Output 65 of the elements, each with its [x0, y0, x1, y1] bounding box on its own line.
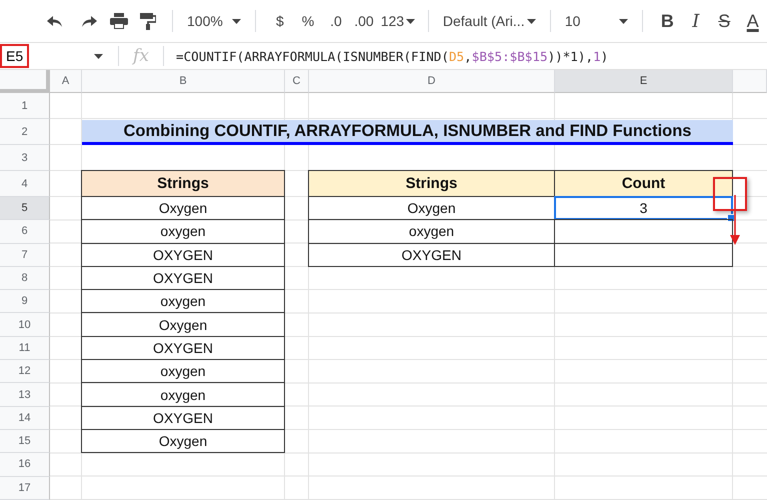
- row-header[interactable]: 1: [0, 93, 50, 119]
- title-banner: Combining COUNTIF, ARRAYFORMULA, ISNUMBER and FIND Functions: [82, 120, 733, 145]
- table-cell[interactable]: 3: [554, 196, 733, 220]
- formula-input[interactable]: =COUNTIF(ARRAYFORMULA(ISNUMBER(FIND(D5,$B$5:$B$15))*1),1): [174, 48, 608, 64]
- table-cell[interactable]: Oxygen: [81, 428, 285, 454]
- caret-icon[interactable]: [232, 18, 241, 24]
- row-header[interactable]: 7: [0, 244, 50, 267]
- table-cell[interactable]: Oxygen: [81, 312, 285, 337]
- italic-button[interactable]: I: [682, 8, 710, 34]
- paint-roller-icon[interactable]: [140, 12, 156, 30]
- table-cell[interactable]: OXYGEN: [81, 242, 285, 267]
- row-header[interactable]: 5: [0, 197, 50, 220]
- name-box[interactable]: E5: [0, 43, 108, 69]
- row-header[interactable]: 11: [0, 336, 50, 360]
- table-cell[interactable]: [554, 242, 733, 267]
- arrow-icon: [730, 195, 740, 245]
- function-label: fx: [131, 46, 150, 66]
- row-header[interactable]: 14: [0, 406, 50, 430]
- row-header[interactable]: 4: [0, 171, 50, 197]
- table-cell[interactable]: [554, 219, 733, 244]
- table-cell[interactable]: OXYGEN: [308, 242, 555, 267]
- highlight-box: [713, 177, 747, 211]
- row-header[interactable]: 15: [0, 430, 50, 454]
- print-icon[interactable]: [110, 13, 128, 29]
- text-color-button[interactable]: A: [738, 8, 767, 34]
- row-header[interactable]: 12: [0, 360, 50, 384]
- table-cell[interactable]: Oxygen: [81, 196, 285, 220]
- zoom-dropdown[interactable]: 100%: [183, 8, 245, 34]
- table-cell[interactable]: oxygen: [81, 382, 285, 407]
- table-cell[interactable]: OXYGEN: [81, 266, 285, 290]
- caret-icon[interactable]: [526, 18, 536, 24]
- caret-icon[interactable]: [619, 18, 628, 24]
- caret-icon[interactable]: [406, 18, 416, 24]
- row-header[interactable]: 2: [0, 119, 50, 145]
- row-header[interactable]: 9: [0, 290, 50, 314]
- table-header: Strings: [308, 170, 555, 197]
- row-header[interactable]: 10: [0, 313, 50, 337]
- caret-icon[interactable]: [94, 54, 103, 58]
- column-header[interactable]: E: [555, 70, 733, 93]
- table-header: Strings: [81, 170, 285, 197]
- font-size-dropdown[interactable]: 10: [560, 8, 632, 34]
- table-cell[interactable]: oxygen: [81, 359, 285, 384]
- format-button[interactable]: 123: [378, 8, 418, 34]
- format-button[interactable]: .0: [322, 8, 350, 34]
- row-header[interactable]: 13: [0, 383, 50, 407]
- column-header[interactable]: C: [285, 70, 309, 93]
- row-header[interactable]: 17: [0, 476, 50, 500]
- bold-button[interactable]: B: [653, 8, 682, 34]
- font-dropdown[interactable]: Default (Ari...: [438, 8, 540, 34]
- format-button[interactable]: .00: [350, 8, 378, 34]
- format-button[interactable]: $: [266, 8, 294, 34]
- row-header[interactable]: 8: [0, 266, 50, 290]
- table-cell[interactable]: OXYGEN: [81, 406, 285, 430]
- table-header: Count: [554, 170, 733, 197]
- row-header[interactable]: 3: [0, 145, 50, 171]
- table-cell[interactable]: oxygen: [81, 219, 285, 244]
- column-header[interactable]: D: [309, 70, 555, 93]
- row-header[interactable]: 6: [0, 220, 50, 244]
- column-header[interactable]: B: [82, 70, 285, 93]
- column-header[interactable]: A: [50, 70, 82, 93]
- table-cell[interactable]: oxygen: [81, 289, 285, 314]
- row-header[interactable]: 16: [0, 453, 50, 477]
- strikethrough-button[interactable]: S: [710, 8, 739, 34]
- format-button[interactable]: %: [294, 8, 322, 34]
- table-cell[interactable]: OXYGEN: [81, 336, 285, 360]
